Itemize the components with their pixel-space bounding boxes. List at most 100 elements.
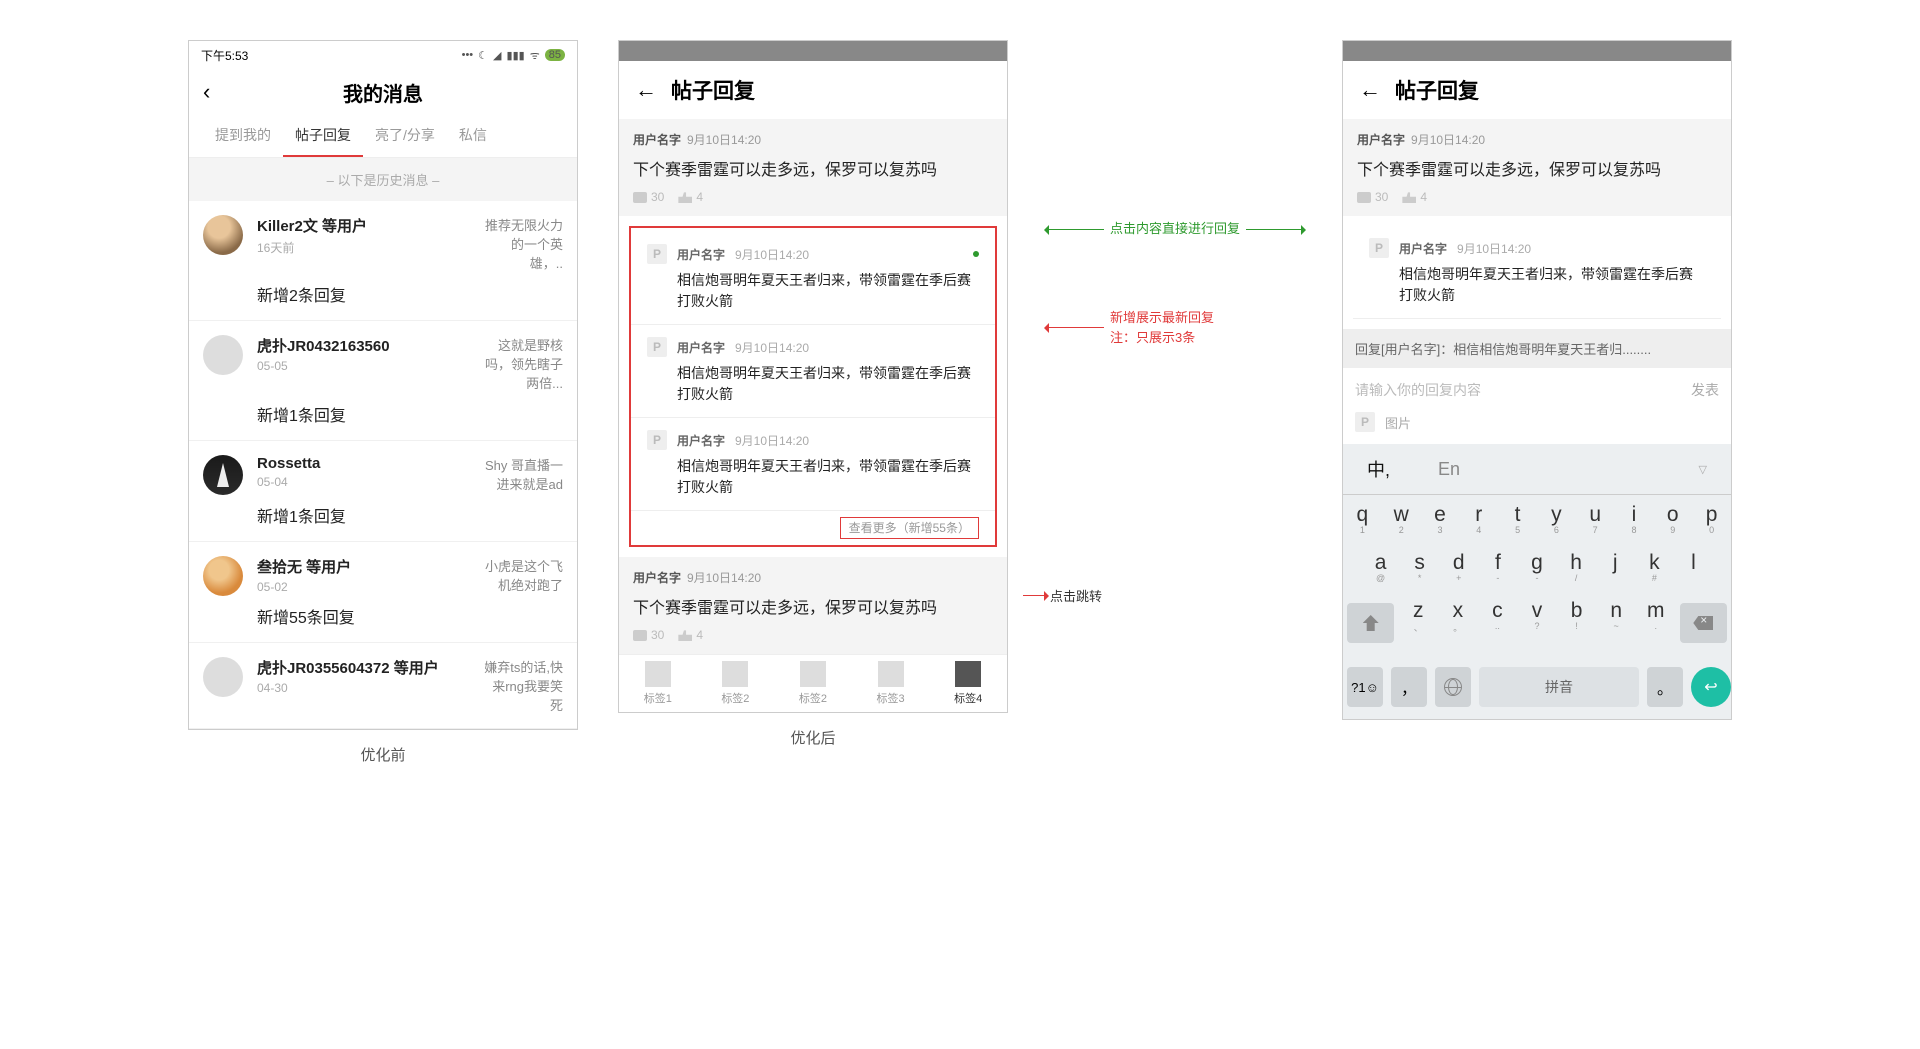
- nav-icon: [800, 661, 826, 687]
- avatar: [203, 215, 243, 255]
- post-meta: 用户名字9月10日14:20: [633, 131, 993, 148]
- key-u[interactable]: u7: [1576, 495, 1615, 543]
- nav-tab[interactable]: 标签2: [697, 655, 775, 712]
- back-button[interactable]: ←: [1359, 77, 1381, 103]
- avatar: [203, 455, 243, 495]
- publish-button[interactable]: 发表: [1691, 380, 1719, 400]
- attach-image-row[interactable]: P图片: [1343, 412, 1731, 444]
- message-preview: Shy 哥直播一进来就是ad: [483, 455, 563, 493]
- key-delete[interactable]: [1676, 591, 1731, 655]
- message-preview: 这就是野核吗，领先瞎子两倍...: [483, 335, 563, 392]
- back-button[interactable]: ←: [635, 77, 657, 103]
- nav-icon: [645, 661, 671, 687]
- message-item[interactable]: 虎扑JR0355604372 等用户 04-30 嫌弃ts的话,快来rng我要笑…: [189, 643, 577, 729]
- reply-item[interactable]: P用户名字9月10日14:20 相信炮哥明年夏天王者归来，带领雷霆在季后赛打败火…: [1353, 226, 1721, 319]
- key-z[interactable]: z、: [1398, 591, 1438, 655]
- reply-text: 相信炮哥明年夏天王者归来，带领雷霆在季后赛打败火箭: [647, 456, 979, 498]
- status-time: 下午5:53: [201, 47, 248, 64]
- reply-text: 相信炮哥明年夏天王者归来，带领雷霆在季后赛打败火箭: [647, 270, 979, 312]
- post-title[interactable]: 下个赛季雷霆可以走多远，保罗可以复苏吗: [633, 156, 993, 180]
- status-icons: •••☾◢▮▮▮ᯤ 85: [462, 48, 565, 63]
- message-count: 新增1条回复: [257, 402, 563, 426]
- key-m[interactable]: m.: [1636, 591, 1676, 655]
- message-user: Rossetta: [257, 455, 320, 472]
- tab-liked-share[interactable]: 亮了/分享: [363, 115, 447, 157]
- key-shift[interactable]: [1343, 591, 1398, 655]
- post-block: 用户名字9月10日14:20 下个赛季雷霆可以走多远，保罗可以复苏吗 30 4: [1343, 119, 1731, 216]
- key-comma[interactable]: ，: [1387, 655, 1431, 719]
- collapse-icon[interactable]: ▽: [1675, 451, 1731, 488]
- message-date: 05-04: [257, 475, 320, 489]
- tabs: 提到我的 帖子回复 亮了/分享 私信: [189, 115, 577, 158]
- post-block: 用户名字9月10日14:20 下个赛季雷霆可以走多远，保罗可以复苏吗 30 4: [619, 557, 1007, 654]
- message-item[interactable]: Killer2文 等用户 16天前 推荐无限火力的一个英雄，.. 新增2条回复: [189, 201, 577, 321]
- tab-dm[interactable]: 私信: [447, 115, 499, 157]
- key-q[interactable]: q1: [1343, 495, 1382, 543]
- key-j[interactable]: j: [1596, 543, 1635, 591]
- key-globe[interactable]: [1431, 655, 1475, 719]
- reply-input[interactable]: 请输入你的回复内容: [1355, 380, 1681, 400]
- message-item[interactable]: 虎扑JR0432163560 05-05 这就是野核吗，领先瞎子两倍... 新增…: [189, 321, 577, 441]
- key-c[interactable]: c..: [1478, 591, 1518, 655]
- nav-tab[interactable]: 标签2: [774, 655, 852, 712]
- nav-icon: [878, 661, 904, 687]
- key-v[interactable]: v?: [1517, 591, 1557, 655]
- key-o[interactable]: o9: [1653, 495, 1692, 543]
- key-r[interactable]: r4: [1459, 495, 1498, 543]
- message-date: 16天前: [257, 239, 367, 256]
- statusbar: [619, 41, 1007, 61]
- key-symbols[interactable]: ?1☺: [1343, 655, 1387, 719]
- reply-item[interactable]: P用户名字9月10日14:20 相信炮哥明年夏天王者归来，带领雷霆在季后赛打败火…: [631, 418, 995, 511]
- key-y[interactable]: y6: [1537, 495, 1576, 543]
- key-t[interactable]: t5: [1498, 495, 1537, 543]
- key-g[interactable]: g-: [1517, 543, 1556, 591]
- key-h[interactable]: h/: [1557, 543, 1596, 591]
- screen-reply-compose: ← 帖子回复 用户名字9月10日14:20 下个赛季雷霆可以走多远，保罗可以复苏…: [1342, 40, 1732, 720]
- message-date: 05-05: [257, 359, 390, 373]
- globe-icon: [1444, 678, 1462, 696]
- message-item[interactable]: 叁拾无 等用户 05-02 小虎是这个飞机绝对跑了 新增55条回复: [189, 542, 577, 643]
- key-p[interactable]: p0: [1692, 495, 1731, 543]
- key-a[interactable]: a@: [1361, 543, 1400, 591]
- key-w[interactable]: w2: [1382, 495, 1421, 543]
- page-title: 帖子回复: [671, 75, 755, 105]
- reply-item[interactable]: P用户名字9月10日14:20 相信炮哥明年夏天王者归来，带领雷霆在季后赛打败火…: [631, 325, 995, 418]
- key-f[interactable]: f-: [1478, 543, 1517, 591]
- keyboard: 中, En ▽ q1w2e3r4t5y6u7i8o9p0 a@s*d+f-g-h…: [1343, 444, 1731, 719]
- message-list: Killer2文 等用户 16天前 推荐无限火力的一个英雄，.. 新增2条回复 …: [189, 201, 577, 729]
- annotation-jump: 点击跳转: [1023, 586, 1102, 605]
- key-s[interactable]: s*: [1400, 543, 1439, 591]
- statusbar: 下午5:53 •••☾◢▮▮▮ᯤ 85: [189, 41, 577, 69]
- avatar: [203, 556, 243, 596]
- tab-mentions[interactable]: 提到我的: [203, 115, 283, 157]
- reply-item[interactable]: P用户名字9月10日14:20 相信炮哥明年夏天王者归来，带领雷霆在季后赛打败火…: [631, 232, 995, 325]
- reply-text: 相信炮哥明年夏天王者归来，带领雷霆在季后赛打败火箭: [647, 363, 979, 405]
- key-period[interactable]: 。: [1643, 655, 1687, 719]
- avatar: [203, 657, 243, 697]
- key-space[interactable]: 拼音: [1475, 655, 1643, 719]
- view-more-link[interactable]: 查看更多（新增55条）: [631, 511, 995, 541]
- nav-tab[interactable]: 标签3: [852, 655, 930, 712]
- key-i[interactable]: i8: [1615, 495, 1654, 543]
- key-e[interactable]: e3: [1421, 495, 1460, 543]
- lang-zh[interactable]: 中,: [1343, 444, 1414, 494]
- key-d[interactable]: d+: [1439, 543, 1478, 591]
- key-l[interactable]: l: [1674, 543, 1713, 591]
- key-enter[interactable]: ↩: [1687, 655, 1731, 719]
- reply-input-row: 请输入你的回复内容 发表: [1343, 368, 1731, 412]
- lang-en[interactable]: En: [1414, 447, 1484, 492]
- keyboard-lang-row: 中, En ▽: [1343, 444, 1731, 495]
- key-b[interactable]: b!: [1557, 591, 1597, 655]
- message-item[interactable]: Rossetta 05-04 Shy 哥直播一进来就是ad 新增1条回复: [189, 441, 577, 542]
- nav-tab[interactable]: 标签4: [929, 655, 1007, 712]
- replies-card: P用户名字9月10日14:20 相信炮哥明年夏天王者归来，带领雷霆在季后赛打败火…: [629, 226, 997, 547]
- tab-post-reply[interactable]: 帖子回复: [283, 115, 363, 157]
- message-count: 新增2条回复: [257, 282, 563, 306]
- avatar-placeholder: P: [647, 244, 667, 264]
- like-icon: [678, 192, 692, 203]
- nav-tab[interactable]: 标签1: [619, 655, 697, 712]
- caption-after: 优化后: [790, 727, 835, 748]
- key-n[interactable]: n~: [1596, 591, 1636, 655]
- key-k[interactable]: k#: [1635, 543, 1674, 591]
- key-x[interactable]: x。: [1438, 591, 1478, 655]
